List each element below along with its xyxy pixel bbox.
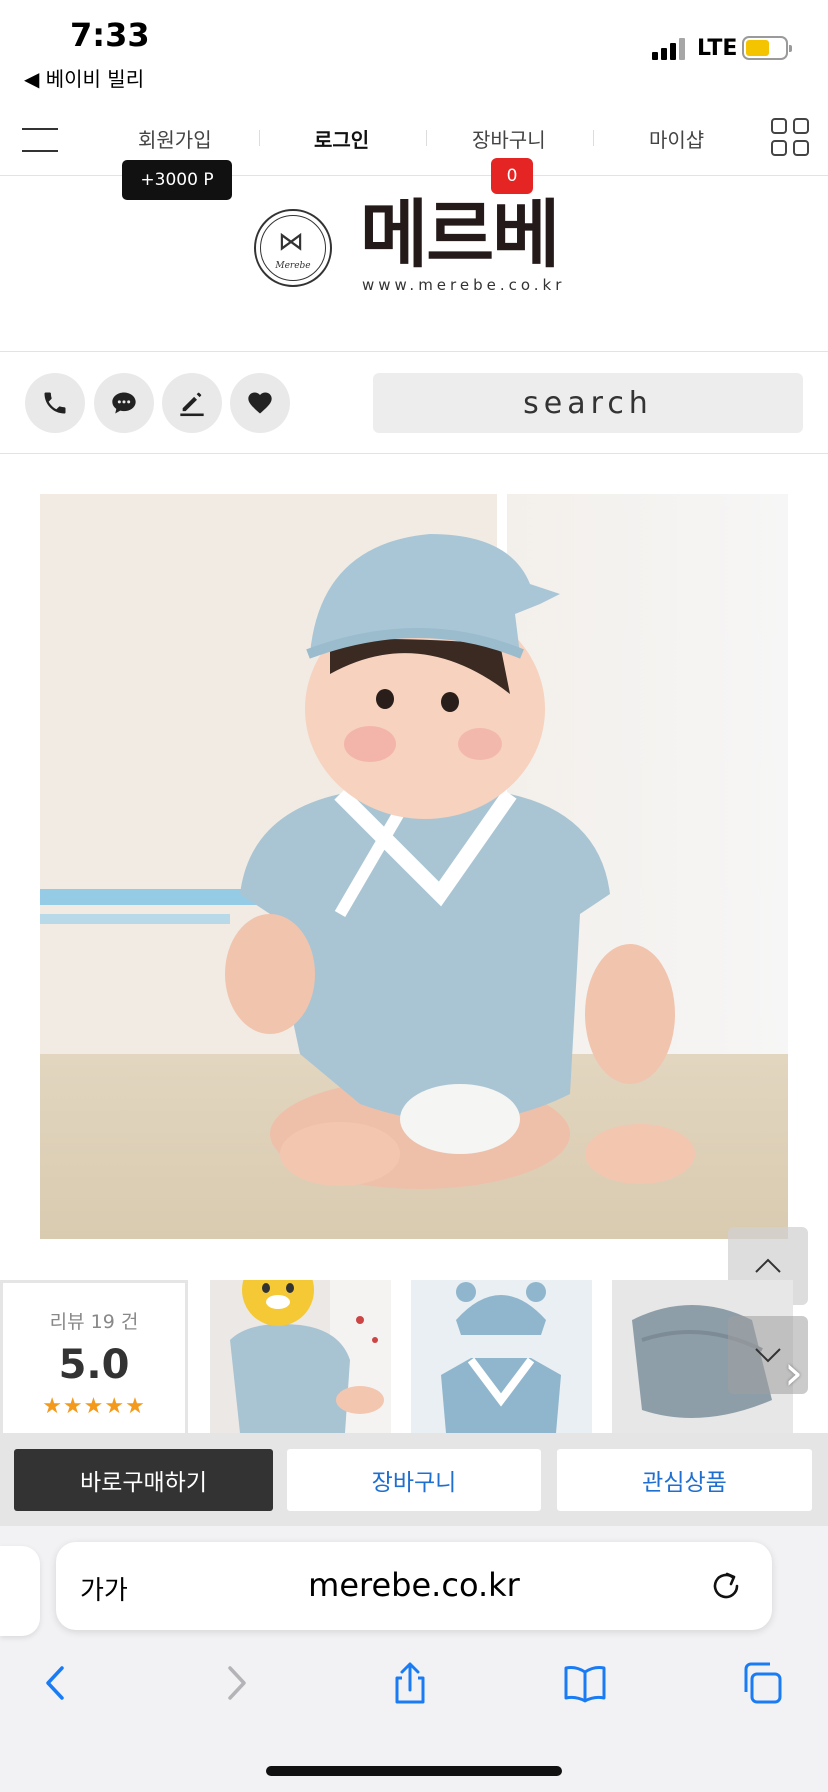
phone-icon	[44, 392, 66, 414]
share-button[interactable]	[383, 1656, 437, 1710]
logo-url: www.merebe.co.kr	[362, 276, 566, 294]
product-main-image[interactable]	[40, 494, 788, 1239]
share-icon	[395, 1662, 425, 1704]
signal-icon	[652, 38, 688, 60]
chevron-down-icon	[755, 1348, 781, 1363]
url-text: merebe.co.kr	[308, 1566, 520, 1604]
browser-back-button[interactable]	[30, 1656, 84, 1710]
status-time: 7:33	[70, 16, 150, 54]
address-bar[interactable]: 가가 merebe.co.kr	[56, 1542, 772, 1630]
write-button[interactable]	[162, 373, 222, 433]
product-thumbnail[interactable]	[210, 1280, 391, 1433]
phone-button[interactable]	[25, 373, 85, 433]
add-to-wishlist-button[interactable]: 관심상품	[557, 1449, 812, 1511]
bow-icon: ⋈	[278, 227, 304, 257]
reload-icon[interactable]	[706, 1566, 746, 1606]
thumbnail-next-icon[interactable]: ›	[784, 1345, 803, 1401]
browser-forward-button[interactable]	[208, 1656, 262, 1710]
back-to-app-link[interactable]: ◀ 베이비 빌리	[24, 63, 144, 92]
wishlist-button[interactable]	[230, 373, 290, 433]
review-stars: ★★★★★	[42, 1394, 146, 1419]
status-bar: 7:33 ◀ 베이비 빌리 LTE	[0, 0, 828, 96]
add-to-cart-button[interactable]: 장바구니	[287, 1449, 541, 1511]
quick-actions: search	[0, 352, 828, 454]
book-icon	[564, 1666, 606, 1703]
tabs-icon	[744, 1662, 782, 1704]
nav-divider	[426, 130, 427, 146]
site-logo[interactable]: ⋈ Merebe 메르베 www.merebe.co.kr	[0, 176, 828, 352]
chat-icon	[112, 392, 136, 414]
battery-icon	[742, 36, 792, 60]
search-input[interactable]: search	[373, 373, 803, 433]
chevron-up-icon	[755, 1258, 781, 1273]
purchase-bar: 바로구매하기 장바구니 관심상품	[0, 1433, 828, 1526]
previous-tab-preview[interactable]	[0, 1546, 40, 1636]
nav-myshop[interactable]: 마이샵	[649, 124, 704, 153]
browser-chrome: 가가 merebe.co.kr	[0, 1526, 828, 1792]
menu-icon[interactable]	[22, 126, 58, 152]
buy-now-button[interactable]: 바로구매하기	[14, 1449, 273, 1511]
review-count: 리뷰 19 건	[49, 1311, 139, 1333]
chat-button[interactable]	[94, 373, 154, 433]
edit-icon	[180, 392, 204, 417]
logo-wordmark: 메르베	[360, 192, 560, 278]
nav-divider	[259, 130, 260, 146]
nav-cart[interactable]: 장바구니	[472, 124, 546, 153]
grid-menu-icon[interactable]	[771, 118, 809, 156]
thumbnail-strip: 리뷰 19 건 5.0 ★★★★★	[0, 1280, 828, 1433]
tabs-button[interactable]	[734, 1656, 788, 1710]
home-indicator[interactable]	[266, 1766, 562, 1776]
product-thumbnail[interactable]	[411, 1280, 592, 1433]
logo-emblem: ⋈ Merebe	[254, 209, 332, 287]
network-type: LTE	[697, 36, 738, 61]
heart-icon	[248, 392, 272, 414]
review-score: 5.0	[58, 1342, 130, 1388]
nav-divider	[593, 130, 594, 146]
review-summary[interactable]: 리뷰 19 건 5.0 ★★★★★	[0, 1280, 188, 1433]
bookmarks-button[interactable]	[558, 1656, 612, 1710]
nav-signup[interactable]: 회원가입	[138, 124, 212, 153]
nav-login[interactable]: 로그인	[314, 124, 369, 153]
chevron-right-icon	[228, 1666, 246, 1700]
chevron-left-icon	[46, 1666, 64, 1700]
